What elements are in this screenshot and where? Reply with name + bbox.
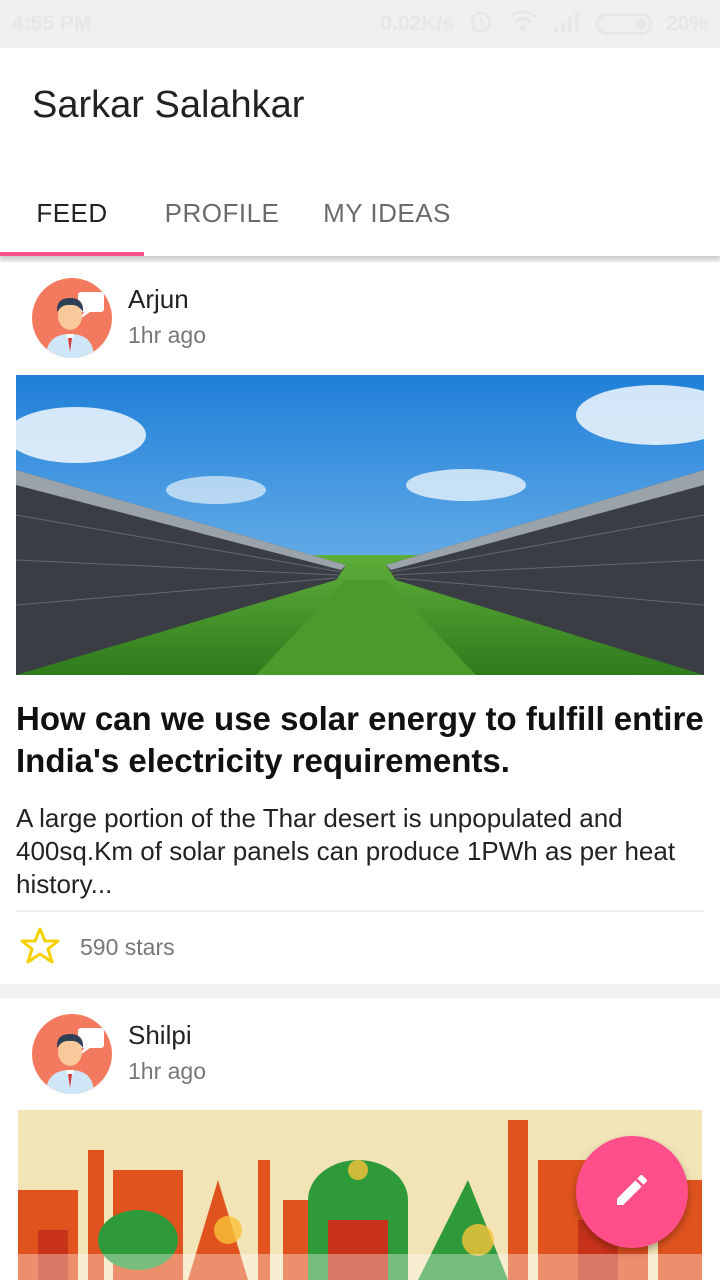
bottom-fade xyxy=(0,1254,720,1280)
avatar xyxy=(32,278,112,358)
app-bar: Sarkar Salahkar FEED PROFILE MY IDEAS xyxy=(0,48,720,256)
tab-profile-label: PROFILE xyxy=(164,197,280,228)
star-icon[interactable] xyxy=(20,926,60,966)
new-idea-fab[interactable] xyxy=(576,1136,688,1248)
network-speed: 0.02K/s xyxy=(380,12,454,35)
app-title: Sarkar Salahkar xyxy=(32,84,305,126)
feed-card[interactable]: Arjun 1hr ago How can we use solar energ… xyxy=(0,262,720,984)
tab-feed[interactable]: FEED xyxy=(0,170,144,256)
edit-pencil-icon xyxy=(612,1170,652,1215)
tab-my-ideas-label: MY IDEAS xyxy=(323,197,451,228)
status-right: 0.02K/s 20% xyxy=(380,8,708,40)
post-image-solar-panels[interactable] xyxy=(16,375,704,675)
tab-bar: FEED PROFILE MY IDEAS xyxy=(0,170,474,256)
post-time: 1hr ago xyxy=(128,322,207,348)
tab-profile[interactable]: PROFILE xyxy=(144,170,300,256)
battery-icon xyxy=(595,13,652,35)
tab-feed-label: FEED xyxy=(36,197,108,228)
post-time: 1hr ago xyxy=(128,1058,207,1084)
battery-percent: 20% xyxy=(665,12,708,35)
post-author[interactable]: Shilpi xyxy=(128,1020,192,1051)
status-time: 4:55 PM xyxy=(12,12,92,35)
alarm-icon xyxy=(468,8,494,40)
post-excerpt: A large portion of the Thar desert is un… xyxy=(16,803,676,899)
wifi-icon xyxy=(508,9,538,39)
tab-indicator xyxy=(0,252,144,256)
avatar xyxy=(32,1014,112,1094)
divider xyxy=(16,910,704,912)
status-bar: 4:55 PM 0.02K/s 20% xyxy=(0,0,720,48)
post-author[interactable]: Arjun xyxy=(128,284,189,315)
tab-my-ideas[interactable]: MY IDEAS xyxy=(300,170,474,256)
post-title[interactable]: How can we use solar energy to fulfill e… xyxy=(16,698,706,782)
stars-count: 590 stars xyxy=(80,934,175,960)
signal-icon xyxy=(552,10,582,38)
